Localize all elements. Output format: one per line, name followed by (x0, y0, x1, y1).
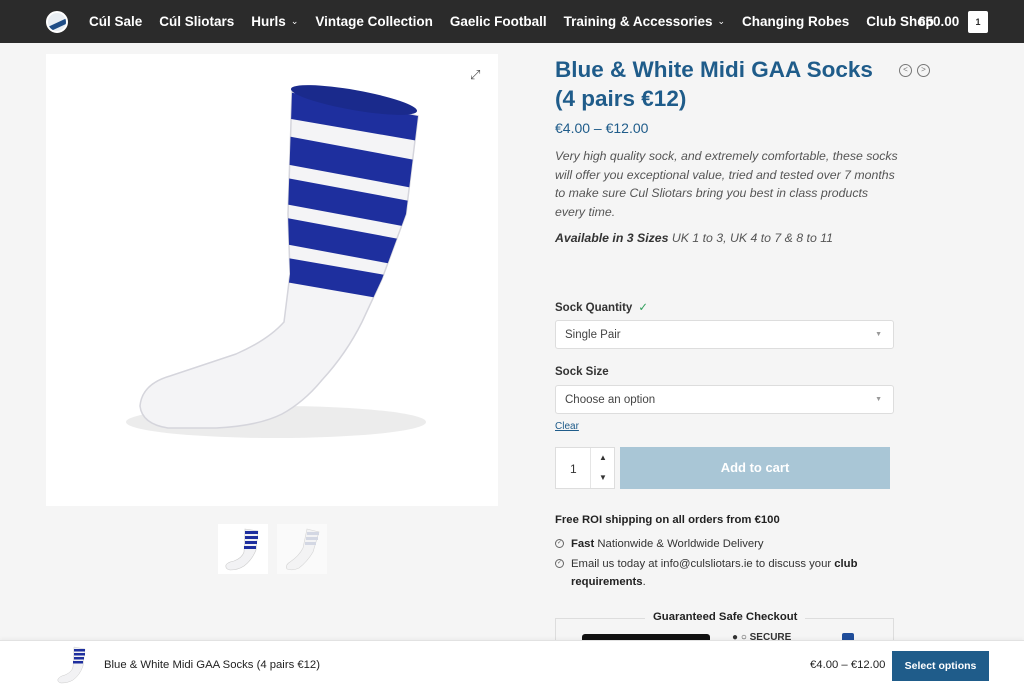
top-navigation: Cúl Sale Cúl Sliotars Hurls ⌄ Vintage Col… (0, 0, 1024, 43)
feature-bold: Fast (571, 538, 595, 550)
availability-text: UK 1 to 3, UK 4 to 7 & 8 to 11 (668, 231, 833, 245)
sock-size-select[interactable]: Choose an option ▼ (555, 385, 894, 414)
zoom-icon[interactable]: ⤢ (470, 68, 484, 82)
nav-item-vintage-collection[interactable]: Vintage Collection (315, 14, 433, 29)
sock-quantity-label: Sock Quantity ✓ (555, 300, 648, 314)
shipping-headline: Free ROI shipping on all orders from €10… (555, 514, 780, 526)
sock-image (126, 85, 426, 438)
clear-link[interactable]: Clear (555, 421, 579, 432)
nav-item-label: Changing Robes (742, 14, 850, 29)
cart-icon[interactable]: 1 (968, 11, 988, 33)
product-thumbnail[interactable] (277, 524, 327, 574)
safe-checkout-title: Guaranteed Safe Checkout (645, 611, 806, 623)
product-availability: Available in 3 Sizes UK 1 to 3, UK 4 to … (555, 231, 900, 245)
nav-item-training-accessories[interactable]: Training & Accessories ⌄ (564, 14, 725, 29)
cart-total[interactable]: €50.00 (918, 14, 959, 29)
select-value: Single Pair (565, 329, 621, 341)
sticky-product-thumbnail (57, 646, 86, 684)
feature-text: Fast Nationwide & Worldwide Delivery (555, 536, 895, 554)
decrement-icon[interactable]: ▼ (599, 473, 607, 482)
cart-count: 1 (975, 17, 981, 27)
feature-plain: Nationwide & Worldwide Delivery (594, 538, 764, 550)
divider (590, 448, 591, 488)
sock-size-label: Sock Size (555, 366, 609, 378)
nav-item-gaelic-football[interactable]: Gaelic Football (450, 14, 547, 29)
add-to-cart-button[interactable]: Add to cart (620, 447, 890, 489)
quantity-stepper[interactable]: 1 ▲ ▼ (555, 447, 615, 489)
feature-fast-delivery: ✓ Fast Nationwide & Worldwide Delivery (555, 536, 895, 554)
nav-menu: Cúl Sale Cúl Sliotars Hurls ⌄ Vintage Col… (89, 0, 951, 43)
previous-product-icon[interactable]: < (899, 64, 912, 77)
sticky-product-price: €4.00 – €12.00 (810, 659, 886, 671)
nav-item-changing-robes[interactable]: Changing Robes (742, 14, 849, 29)
nav-item-hurls[interactable]: Hurls ⌄ (251, 14, 298, 29)
nav-item-label: Hurls (251, 14, 286, 29)
sticky-add-to-cart-bar: Blue & White Midi GAA Socks (4 pairs €12… (0, 640, 1024, 689)
site-logo-icon[interactable] (46, 11, 68, 33)
next-product-icon[interactable]: > (917, 64, 930, 77)
chevron-down-icon: ⌄ (717, 16, 726, 26)
sock-thumbnail-image (225, 528, 259, 571)
select-value: Choose an option (565, 394, 656, 406)
product-title: Blue & White Midi GAA Socks (4 pairs €12… (555, 57, 873, 111)
product-main-image[interactable] (46, 54, 498, 506)
product-price-range: €4.00 – €12.00 (555, 120, 649, 136)
feature-plain: to discuss your (752, 558, 835, 570)
nav-item-label: Training & Accessories (563, 14, 713, 29)
sock-thumbnail-image (286, 528, 320, 571)
dropdown-arrow-icon: ▼ (875, 396, 882, 403)
nav-item-label: Vintage Collection (315, 14, 433, 29)
nav-item-label: Cúl Sale (89, 14, 143, 29)
check-icon: ✓ (638, 302, 648, 314)
dropdown-arrow-icon: ▼ (875, 331, 882, 338)
chevron-down-icon: ⌄ (290, 16, 299, 26)
feature-email-us: ✓ Email us today at info@culsliotars.ie … (555, 556, 895, 591)
product-thumbnail[interactable] (218, 524, 268, 574)
check-circle-icon: ✓ (555, 559, 564, 568)
availability-bold: Available in 3 Sizes (555, 231, 669, 245)
select-options-button[interactable]: Select options (892, 651, 989, 681)
quantity-input[interactable]: 1 (570, 462, 577, 476)
increment-icon[interactable]: ▲ (599, 453, 607, 462)
label-text: Sock Quantity (555, 302, 633, 314)
nav-item-label: Gaelic Football (449, 14, 547, 29)
nav-item-cul-sale[interactable]: Cúl Sale (89, 14, 142, 29)
sock-quantity-select[interactable]: Single Pair ▼ (555, 320, 894, 349)
feature-plain: . (642, 575, 646, 588)
product-description: Very high quality sock, and extremely co… (555, 149, 898, 219)
feature-text: Email us today at info@culsliotars.ie to… (555, 556, 895, 591)
check-circle-icon: ✓ (555, 539, 564, 548)
feature-plain: Email us today at (571, 558, 661, 570)
nav-item-cul-sliotars[interactable]: Cúl Sliotars (159, 14, 234, 29)
email-link[interactable]: info@culsliotars.ie (661, 558, 753, 570)
nav-item-label: Cúl Sliotars (159, 14, 235, 29)
sticky-product-title: Blue & White Midi GAA Socks (4 pairs €12… (104, 659, 320, 671)
